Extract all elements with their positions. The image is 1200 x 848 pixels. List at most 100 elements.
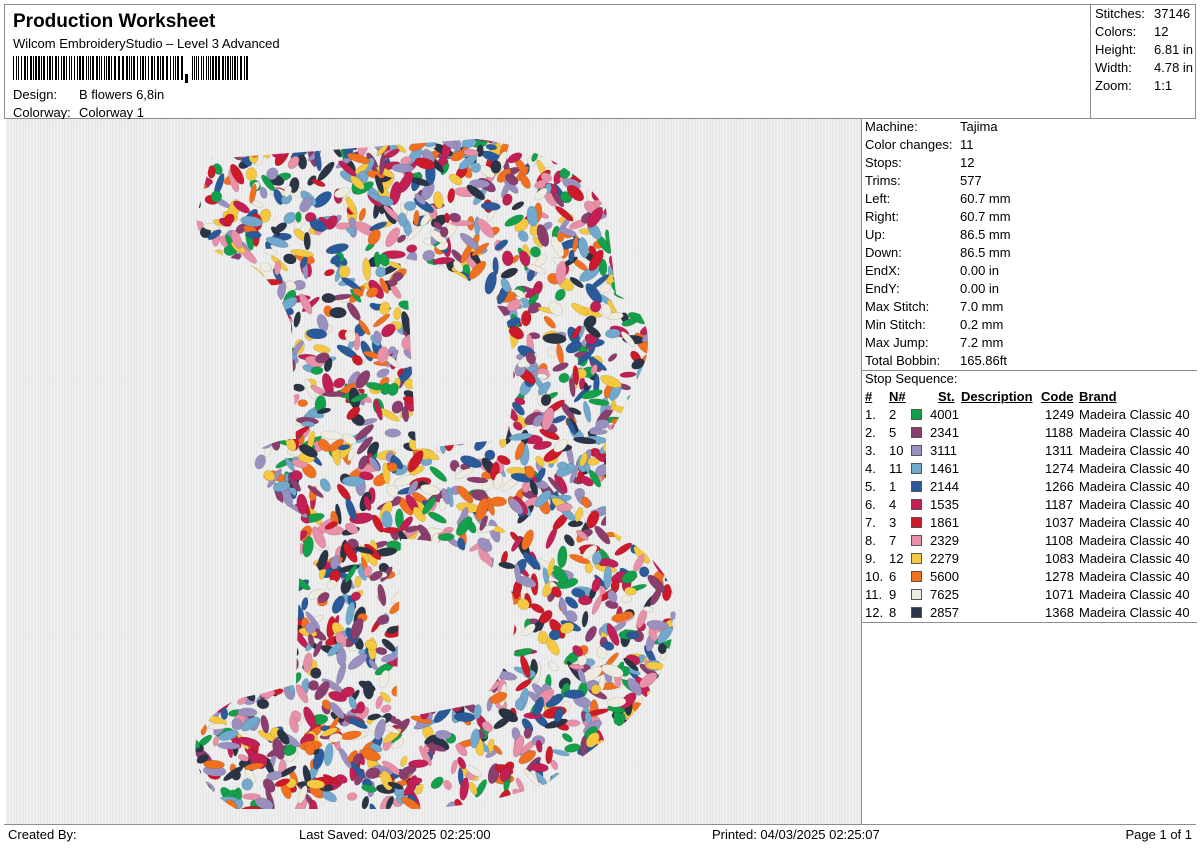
stop-num: 3. (865, 443, 876, 458)
stop-num: 9. (865, 551, 876, 566)
stop-stitches: 3111 (930, 443, 957, 458)
stop-needle: 3 (889, 515, 897, 530)
col-stitches: St. (938, 389, 955, 404)
design-label: Design: (13, 87, 58, 102)
stop-stitches: 4001 (930, 407, 959, 422)
stop-row: 6. 4 1535 1187 Madeira Classic 40 (865, 497, 1195, 515)
info-endx: EndX: 0.00 in (865, 263, 1000, 278)
stop-brand: Madeira Classic 40 (1079, 407, 1190, 422)
stop-code: 1368 (1045, 605, 1074, 620)
stop-row: 5. 1 2144 1266 Madeira Classic 40 (865, 479, 1195, 497)
stop-stitches: 1861 (930, 515, 959, 530)
stop-code: 1071 (1045, 587, 1074, 602)
design-preview (6, 119, 861, 824)
stop-brand: Madeira Classic 40 (1079, 443, 1190, 458)
stop-table-header: # N# St. Description Code Brand (865, 389, 1195, 407)
worksheet-footer: Created By: Last Saved: 04/03/2025 02:25… (4, 824, 1196, 845)
stop-needle: 4 (889, 497, 897, 512)
stop-brand: Madeira Classic 40 (1079, 479, 1190, 494)
info-trims: Trims: 577 (865, 173, 982, 188)
stop-num: 5. (865, 479, 876, 494)
thread-color-swatch (911, 553, 922, 564)
thread-color-swatch (911, 535, 922, 546)
software-name: Wilcom EmbroideryStudio – Level 3 Advanc… (13, 36, 280, 51)
stop-needle: 11 (889, 461, 903, 476)
thread-color-swatch (911, 427, 922, 438)
info-down: Down: 86.5 mm (865, 245, 1011, 260)
printed-date: Printed: 04/03/2025 02:25:07 (712, 827, 880, 842)
stop-code: 1188 (1045, 425, 1073, 440)
stop-row: 2. 5 2341 1188 Madeira Classic 40 (865, 425, 1195, 443)
page-number: Page 1 of 1 (1125, 827, 1193, 842)
info-color-changes: Color changes: 11 (865, 137, 974, 152)
info-max-jump: Max Jump: 7.2 mm (865, 335, 1004, 350)
stop-num: 11. (865, 587, 883, 602)
stop-brand: Madeira Classic 40 (1079, 569, 1190, 584)
stop-num: 1. (865, 407, 876, 422)
stop-row: 10. 6 5600 1278 Madeira Classic 40 (865, 569, 1195, 587)
thread-color-swatch (911, 589, 922, 600)
stop-code: 1187 (1045, 497, 1073, 512)
stop-brand: Madeira Classic 40 (1079, 461, 1190, 476)
divider (862, 622, 1197, 623)
colorway-name: Colorway 1 (79, 105, 145, 120)
stop-num: 7. (865, 515, 876, 530)
stop-code: 1037 (1045, 515, 1074, 530)
info-endy: EndY: 0.00 in (865, 281, 1000, 296)
stop-stitches: 2144 (930, 479, 959, 494)
machine-info-panel: Machine: Tajima Color changes: 11 Stops: 12… (861, 119, 1197, 824)
info-total-bobbin: Total Bobbin: 165.86ft (865, 353, 1007, 368)
info-up: Up: 86.5 mm (865, 227, 1011, 242)
stop-stitches: 1461 (930, 461, 959, 476)
thread-color-swatch (911, 463, 922, 474)
stop-row: 9. 12 2279 1083 Madeira Classic 40 (865, 551, 1195, 569)
col-needle: N# (889, 389, 906, 404)
info-right: Right: 60.7 mm (865, 209, 1011, 224)
last-saved: Last Saved: 04/03/2025 02:25:00 (299, 827, 491, 842)
colorway-label: Colorway: (13, 105, 71, 120)
stop-num: 10. (865, 569, 884, 584)
stop-stitches: 2857 (930, 605, 959, 620)
stop-stitches: 2279 (930, 551, 959, 566)
stop-code: 1266 (1045, 479, 1074, 494)
created-by: Created By: (8, 827, 77, 842)
stop-needle: 10 (889, 443, 904, 458)
stop-stitches: 1535 (930, 497, 959, 512)
thread-color-swatch (911, 409, 922, 420)
design-row: Design: B flowers 6,8in (13, 87, 413, 105)
stop-row: 4. 11 1461 1274 Madeira Classic 40 (865, 461, 1195, 479)
stop-needle: 12 (889, 551, 904, 566)
stop-needle: 7 (889, 533, 897, 548)
thread-color-swatch (911, 481, 922, 492)
thread-color-swatch (911, 445, 922, 456)
stop-brand: Madeira Classic 40 (1079, 605, 1190, 620)
stop-brand: Madeira Classic 40 (1079, 551, 1190, 566)
page-title: Production Worksheet (13, 11, 216, 32)
stop-needle: 1 (889, 479, 897, 494)
stop-stitches: 2329 (930, 533, 959, 548)
stop-code: 1249 (1045, 407, 1074, 422)
info-machine: Machine: Tajima (865, 119, 998, 134)
stop-stitches: 7625 (930, 587, 959, 602)
stop-needle: 2 (889, 407, 897, 422)
stop-num: 6. (865, 497, 876, 512)
thread-color-swatch (911, 571, 922, 582)
stop-num: 8. (865, 533, 876, 548)
stop-row: 7. 3 1861 1037 Madeira Classic 40 (865, 515, 1195, 533)
stop-brand: Madeira Classic 40 (1079, 533, 1190, 548)
col-description: Description (961, 389, 1033, 404)
stop-row: 11. 9 7625 1071 Madeira Classic 40 (865, 587, 1195, 605)
stop-code: 1083 (1045, 551, 1074, 566)
embroidery-b-image (195, 139, 676, 809)
stop-needle: 6 (889, 569, 897, 584)
info-stops: Stops: 12 (865, 155, 975, 170)
stop-brand: Madeira Classic 40 (1079, 587, 1190, 602)
stop-stitches: 5600 (930, 569, 959, 584)
design-summary: Stitches: 37146 Colors: 12 Height: 6.81 in … (1090, 4, 1197, 119)
design-name: B flowers 6,8in (79, 87, 165, 102)
stop-brand: Madeira Classic 40 (1079, 497, 1190, 512)
col-code: Code (1041, 389, 1074, 404)
stop-sequence-title: Stop Sequence: (865, 371, 958, 386)
stop-num: 2. (865, 425, 876, 440)
stop-code: 1311 (1045, 443, 1073, 458)
